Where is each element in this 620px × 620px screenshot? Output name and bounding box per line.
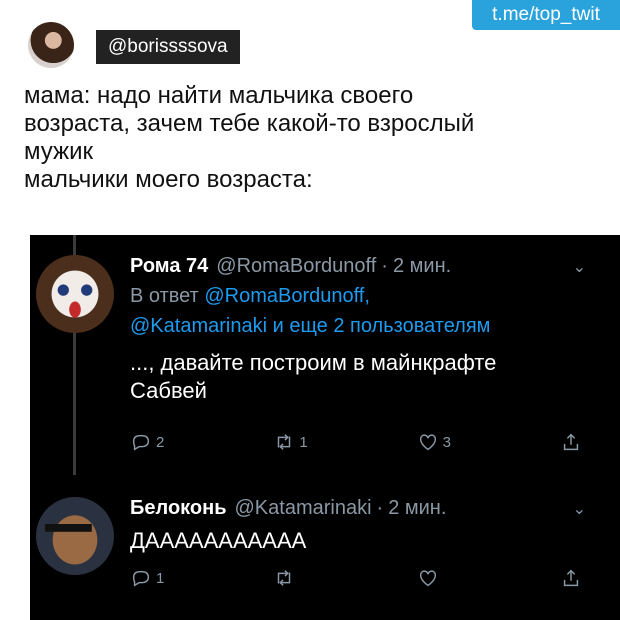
chevron-down-icon[interactable]: ⌄ — [573, 257, 586, 277]
tweet-header: Рома 74 @RomaBordunoff · 2 мин. — [130, 251, 600, 281]
retweet-button[interactable] — [273, 567, 373, 589]
author-handle[interactable]: @Katamarinaki — [235, 493, 372, 523]
tweet-actions: 1 — [130, 567, 590, 589]
chevron-down-icon[interactable]: ⌄ — [573, 499, 586, 519]
tweet-header: Белоконь @Katamarinaki · 2 мин. — [130, 493, 600, 523]
reply-handle-link[interactable]: @Katamarinaki — [130, 315, 267, 337]
retweet-button[interactable]: 1 — [273, 431, 373, 453]
tweet-thread-screenshot: Рома 74 @RomaBordunoff · 2 мин. ⌄ В отве… — [30, 235, 620, 620]
reply-button[interactable]: 2 — [130, 431, 230, 453]
poster-username: @borissssova — [96, 30, 240, 64]
share-icon — [563, 433, 579, 451]
tweet-actions: 2 1 3 — [130, 431, 590, 453]
reply-to-line: В ответ @RomaBordunoff, — [130, 281, 600, 311]
tweet-text-line: ДААААААААААА — [130, 528, 307, 553]
tweet: Белоконь @Katamarinaki · 2 мин. ⌄ ДААААА… — [130, 493, 600, 587]
retweet-icon — [278, 434, 291, 450]
caption-line: мужик — [24, 138, 93, 165]
caption-line: мальчики моего возраста: — [24, 166, 313, 193]
tweet-author-avatar[interactable] — [36, 255, 114, 333]
poster-avatar — [28, 22, 74, 68]
meta-separator: · — [381, 255, 388, 277]
reply-icon — [132, 570, 150, 587]
tweet: Рома 74 @RomaBordunoff · 2 мин. ⌄ В отве… — [130, 251, 600, 451]
tweet-author-avatar[interactable] — [36, 497, 114, 575]
tweet-time[interactable]: 2 мин. — [393, 251, 451, 281]
meta-separator: · — [376, 497, 384, 519]
author-handle[interactable]: @RomaBordunoff — [216, 251, 376, 281]
watermark-badge: t.me/top_twit — [472, 0, 620, 30]
reply-prefix: В ответ — [130, 285, 199, 307]
caption-text: мама: надо найти мальчика своего возраст… — [24, 82, 604, 194]
like-count: 3 — [442, 433, 451, 451]
tweet-text-line: ..., давайте построим в майнкрафте — [130, 350, 497, 375]
reply-count: 1 — [156, 569, 165, 587]
author-name[interactable]: Белоконь — [130, 493, 227, 523]
retweet-icon — [278, 570, 291, 586]
reply-icon — [132, 434, 150, 451]
like-button[interactable] — [417, 567, 517, 589]
reply-button[interactable]: 1 — [130, 567, 230, 589]
author-name[interactable]: Рома 74 — [130, 251, 208, 281]
caption-line: мама: надо найти мальчика своего — [24, 82, 414, 109]
heart-icon — [419, 570, 436, 587]
reply-more-users-link[interactable]: и еще 2 пользователям — [273, 315, 491, 337]
tweet-text-line: Сабвей — [130, 378, 207, 403]
share-icon — [563, 569, 579, 587]
reply-to-line: @Katamarinaki и еще 2 пользователям — [130, 311, 600, 341]
tweet-time[interactable]: 2 мин. — [388, 493, 446, 523]
caption-line: возраста, зачем тебе какой-то взрослый — [24, 110, 475, 137]
share-button[interactable] — [560, 567, 590, 589]
like-button[interactable]: 3 — [417, 431, 517, 453]
tweet-text: ДААААААААААА — [130, 527, 600, 555]
heart-icon — [419, 434, 436, 451]
reply-handle-link[interactable]: @RomaBordunoff, — [204, 285, 370, 307]
reply-count: 2 — [156, 433, 165, 451]
retweet-count: 1 — [299, 433, 308, 451]
share-button[interactable] — [560, 431, 590, 453]
tweet-text: ..., давайте построим в майнкрафте Сабве… — [130, 349, 600, 405]
